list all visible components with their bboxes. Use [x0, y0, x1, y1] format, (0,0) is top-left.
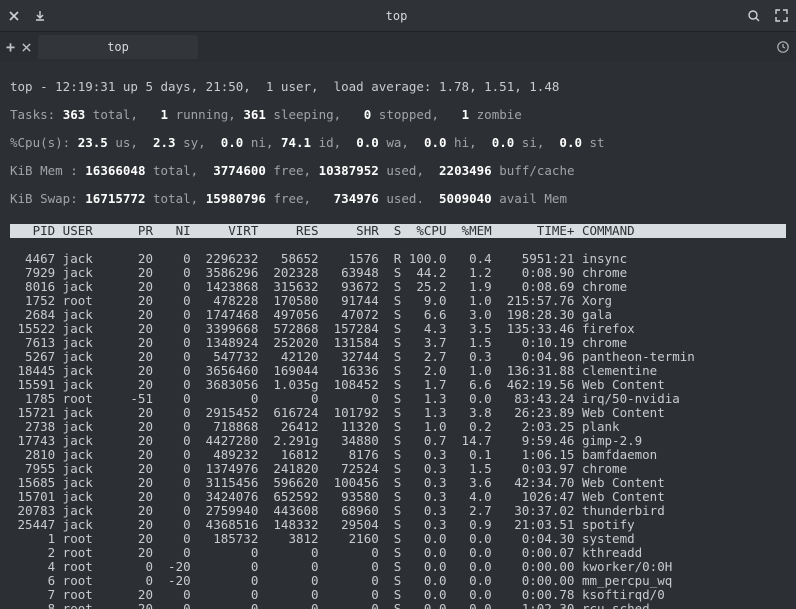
process-row: 2 root 20 0 0 0 0 S 0.0 0.0 0:00.07 kthr…: [10, 546, 786, 560]
summary-cpu: %Cpu(s): 23.5 us, 2.3 sy, 0.0 ni, 74.1 i…: [10, 136, 786, 150]
process-row: 7955 jack 20 0 1374976 241820 72524 S 0.…: [10, 462, 786, 476]
process-row: 17743 jack 20 0 4427280 2.291g 34880 S 0…: [10, 434, 786, 448]
process-row: 2684 jack 20 0 1747468 497056 47072 S 6.…: [10, 308, 786, 322]
window-title: top: [46, 9, 747, 23]
process-row: 25447 jack 20 0 4368516 148332 29504 S 0…: [10, 518, 786, 532]
search-icon[interactable]: [747, 9, 761, 23]
tab-top[interactable]: top: [38, 35, 198, 59]
process-row: 15522 jack 20 0 3399668 572868 157284 S …: [10, 322, 786, 336]
summary-mem: KiB Mem : 16366048 total, 3774600 free, …: [10, 164, 786, 178]
summary-uptime: top - 12:19:31 up 5 days, 21:50, 1 user,…: [10, 80, 786, 94]
process-row: 15721 jack 20 0 2915452 616724 101792 S …: [10, 406, 786, 420]
close-icon[interactable]: [8, 10, 20, 22]
process-row: 15701 jack 20 0 3424076 652592 93580 S 0…: [10, 490, 786, 504]
summary-swap: KiB Swap: 16715772 total, 15980796 free,…: [10, 192, 786, 206]
process-row: 1 root 20 0 185732 3812 2160 S 0.0 0.0 0…: [10, 532, 786, 546]
process-row: 8 root 20 0 0 0 0 S 0.0 0.0 1:02.30 rcu_…: [10, 602, 786, 609]
process-row: 7613 jack 20 0 1348924 252020 131584 S 3…: [10, 336, 786, 350]
new-tab-icon[interactable]: +: [6, 40, 15, 54]
process-row: 1785 root -51 0 0 0 0 S 1.3 0.0 83:43.24…: [10, 392, 786, 406]
process-row: 18445 jack 20 0 3656460 169044 16336 S 2…: [10, 364, 786, 378]
process-row: 7929 jack 20 0 3586296 202328 63948 S 44…: [10, 266, 786, 280]
process-row: 15591 jack 20 0 3683056 1.035g 108452 S …: [10, 378, 786, 392]
process-row: 7 root 20 0 0 0 0 S 0.0 0.0 0:00.78 ksof…: [10, 588, 786, 602]
process-row: 1752 root 20 0 478228 170580 91744 S 9.0…: [10, 294, 786, 308]
process-row: 6 root 0 -20 0 0 0 S 0.0 0.0 0:00.00 mm_…: [10, 574, 786, 588]
tab-bar: + top: [0, 32, 796, 62]
process-row: 5267 jack 20 0 547732 42120 32744 S 2.7 …: [10, 350, 786, 364]
close-tab-icon[interactable]: [21, 42, 32, 53]
process-row: 15685 jack 20 0 3115456 596620 100456 S …: [10, 476, 786, 490]
fullscreen-icon[interactable]: [775, 9, 788, 22]
process-row: 4467 jack 20 0 2296232 58652 1576 R 100.…: [10, 252, 786, 266]
process-row: 20783 jack 20 0 2759940 443608 68960 S 0…: [10, 504, 786, 518]
download-icon[interactable]: [34, 10, 46, 22]
process-row: 2810 jack 20 0 489232 16812 8176 S 0.3 0…: [10, 448, 786, 462]
terminal-output[interactable]: top - 12:19:31 up 5 days, 21:50, 1 user,…: [0, 62, 796, 609]
summary-tasks: Tasks: 363 total, 1 running, 361 sleepin…: [10, 108, 786, 122]
process-row: 2738 jack 20 0 718868 26412 11320 S 1.0 …: [10, 420, 786, 434]
process-table-header: PID USER PR NI VIRT RES SHR S %CPU %MEM …: [10, 224, 786, 238]
tab-label: top: [107, 40, 129, 54]
process-row: 4 root 0 -20 0 0 0 S 0.0 0.0 0:00.00 kwo…: [10, 560, 786, 574]
window-titlebar: top: [0, 0, 796, 32]
process-row: 8016 jack 20 0 1423868 315632 93672 S 25…: [10, 280, 786, 294]
history-icon[interactable]: [776, 40, 790, 54]
